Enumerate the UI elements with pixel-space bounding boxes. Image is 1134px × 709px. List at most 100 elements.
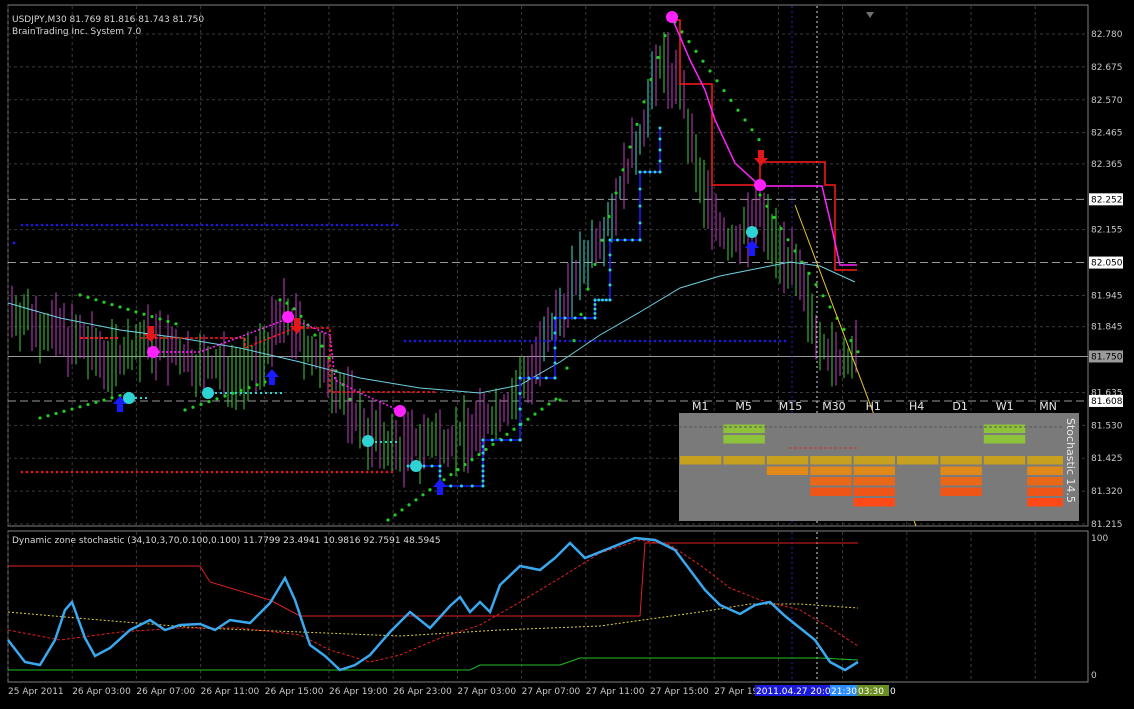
magenta-line [150,317,399,411]
blue-level-dots-dot [60,223,64,227]
sar-dots-dot [750,128,754,132]
blue-level-dots-dot [453,339,457,343]
blue-level-dots-dot [428,339,432,343]
blue-level-dots-dot [160,223,164,227]
red-level-dots-dot [55,470,59,474]
blue-level-dots-dot [433,339,437,343]
mtf-cell [897,424,939,433]
mtf-cell [723,456,765,465]
blue-level-dots-dot [375,223,379,227]
blue-level-dots-dot [593,339,597,343]
mtf-cell [853,477,895,486]
mtf-cell [680,498,722,507]
mtf-cell [680,477,722,486]
red-level-dots-dot [355,470,359,474]
mtf-cell [1027,487,1069,496]
mtf-timeframe-m15: M15 [779,400,803,413]
red-level-dots-dot [130,470,134,474]
mtf-cell [766,456,809,465]
magenta-signal-dot [754,179,766,191]
mtf-cell [897,508,939,517]
sar-dots-dot [842,327,846,331]
sar-dots-dot [621,168,625,172]
trend-step-bull-dots-dot [593,303,597,306]
sar-dots-dot [642,100,646,104]
blue-level-dots-dot [115,223,119,227]
sar-dots-dot [856,350,860,354]
trend-step-bull-dots-dot [438,474,442,478]
red-level-dots-dot [360,470,364,474]
trend-step-bull-dots-dot [563,316,567,320]
mtf-timeframe-d1: D1 [952,400,967,413]
red-level-dots-dot [70,470,74,474]
red-level-dots-dot [180,470,184,474]
blue-level-dots-dot [518,339,522,343]
sar-dots-dot [110,303,114,307]
trend-step-bull-dots-dot [653,170,657,174]
sar-dots-dot [191,405,195,409]
sar-dots-dot [142,312,146,316]
red-level-dots-dot [270,470,274,474]
trend-step-bull-dots-dot [527,376,531,380]
magenta-signal-dot [394,405,406,417]
blue-level-dots-dot [395,223,399,227]
mtf-cell [853,445,895,454]
blue-level-dots-dot [438,339,442,343]
trend-step-bull-dots-dot [481,464,485,468]
blue-level-dots-dot [708,339,712,343]
sar-dots-dot [386,518,390,522]
blue-level-dots-dot [320,223,324,227]
red-level-dots-dot [200,470,204,474]
blue-level-dots-dot [75,223,79,227]
up-arrow-icon [265,369,279,385]
red-level-dots-dot [105,470,109,474]
blue-level-dots-dot [753,339,757,343]
blue-level-dots-dot [758,339,762,343]
blue-level-dots-dot [370,223,374,227]
sar-dots-dot [505,432,509,436]
blue-level-dots-dot [583,339,587,343]
sar-dots-dot [414,498,418,502]
sar-dots-dot [526,417,530,421]
red-level-dots-dot [165,470,169,474]
price-axis-label: 81.945 [1091,291,1123,301]
red-level-dots-dot [310,470,314,474]
sar-dots-dot [484,447,488,452]
blue-level-dots-dot [135,223,139,227]
blue-level-dots-dot [548,339,552,343]
sar-dots-dot [814,283,818,287]
mtf-cell [680,424,722,433]
sar-dots-dot [118,305,122,309]
price-highlight-label: 81.750 [1091,352,1123,362]
red-level-dots-dot [305,470,309,474]
blue-level-dots-dot [45,223,49,227]
sar-dots-dot [94,400,98,404]
time-highlight-label: 2011.04.27 20:00 [756,687,837,697]
blue-level-dots-dot [533,339,537,343]
sar-dots-dot [821,294,825,298]
sar-dots-dot [849,339,853,343]
blue-level-dots-dot [385,223,389,227]
red-level-dots-dot [170,470,174,474]
mtf-cell [897,414,939,423]
mtf-cell [766,487,809,496]
mtf-cell [940,435,982,444]
sar-dots-dot [477,452,481,457]
cyan-signal-dot [202,387,214,399]
blue-level-dots-dot [698,339,702,343]
blue-level-dots-dot [778,339,782,343]
blue-level-dots-dot [120,223,124,227]
price-axis-label: 81.530 [1091,421,1123,431]
mtf-cell [897,477,939,486]
mtf-cell [940,414,982,423]
mtf-cell [897,487,939,496]
mtf-cell [810,414,852,423]
trend-step-bull-dots-dot [638,221,642,225]
price-axis-label: 82.465 [1091,129,1123,139]
blue-level-dots-dot [280,223,284,227]
trend-step-bull-dots-dot [544,376,548,380]
sar-dots-dot [607,214,611,219]
chart-canvas[interactable]: M1 M5 M15 M30 H1 H4 D1 W1 MN Stochastic 14.5 USDJ… [0,0,1134,705]
sar-dots-dot [215,397,219,401]
mtf-cell [1027,498,1069,507]
